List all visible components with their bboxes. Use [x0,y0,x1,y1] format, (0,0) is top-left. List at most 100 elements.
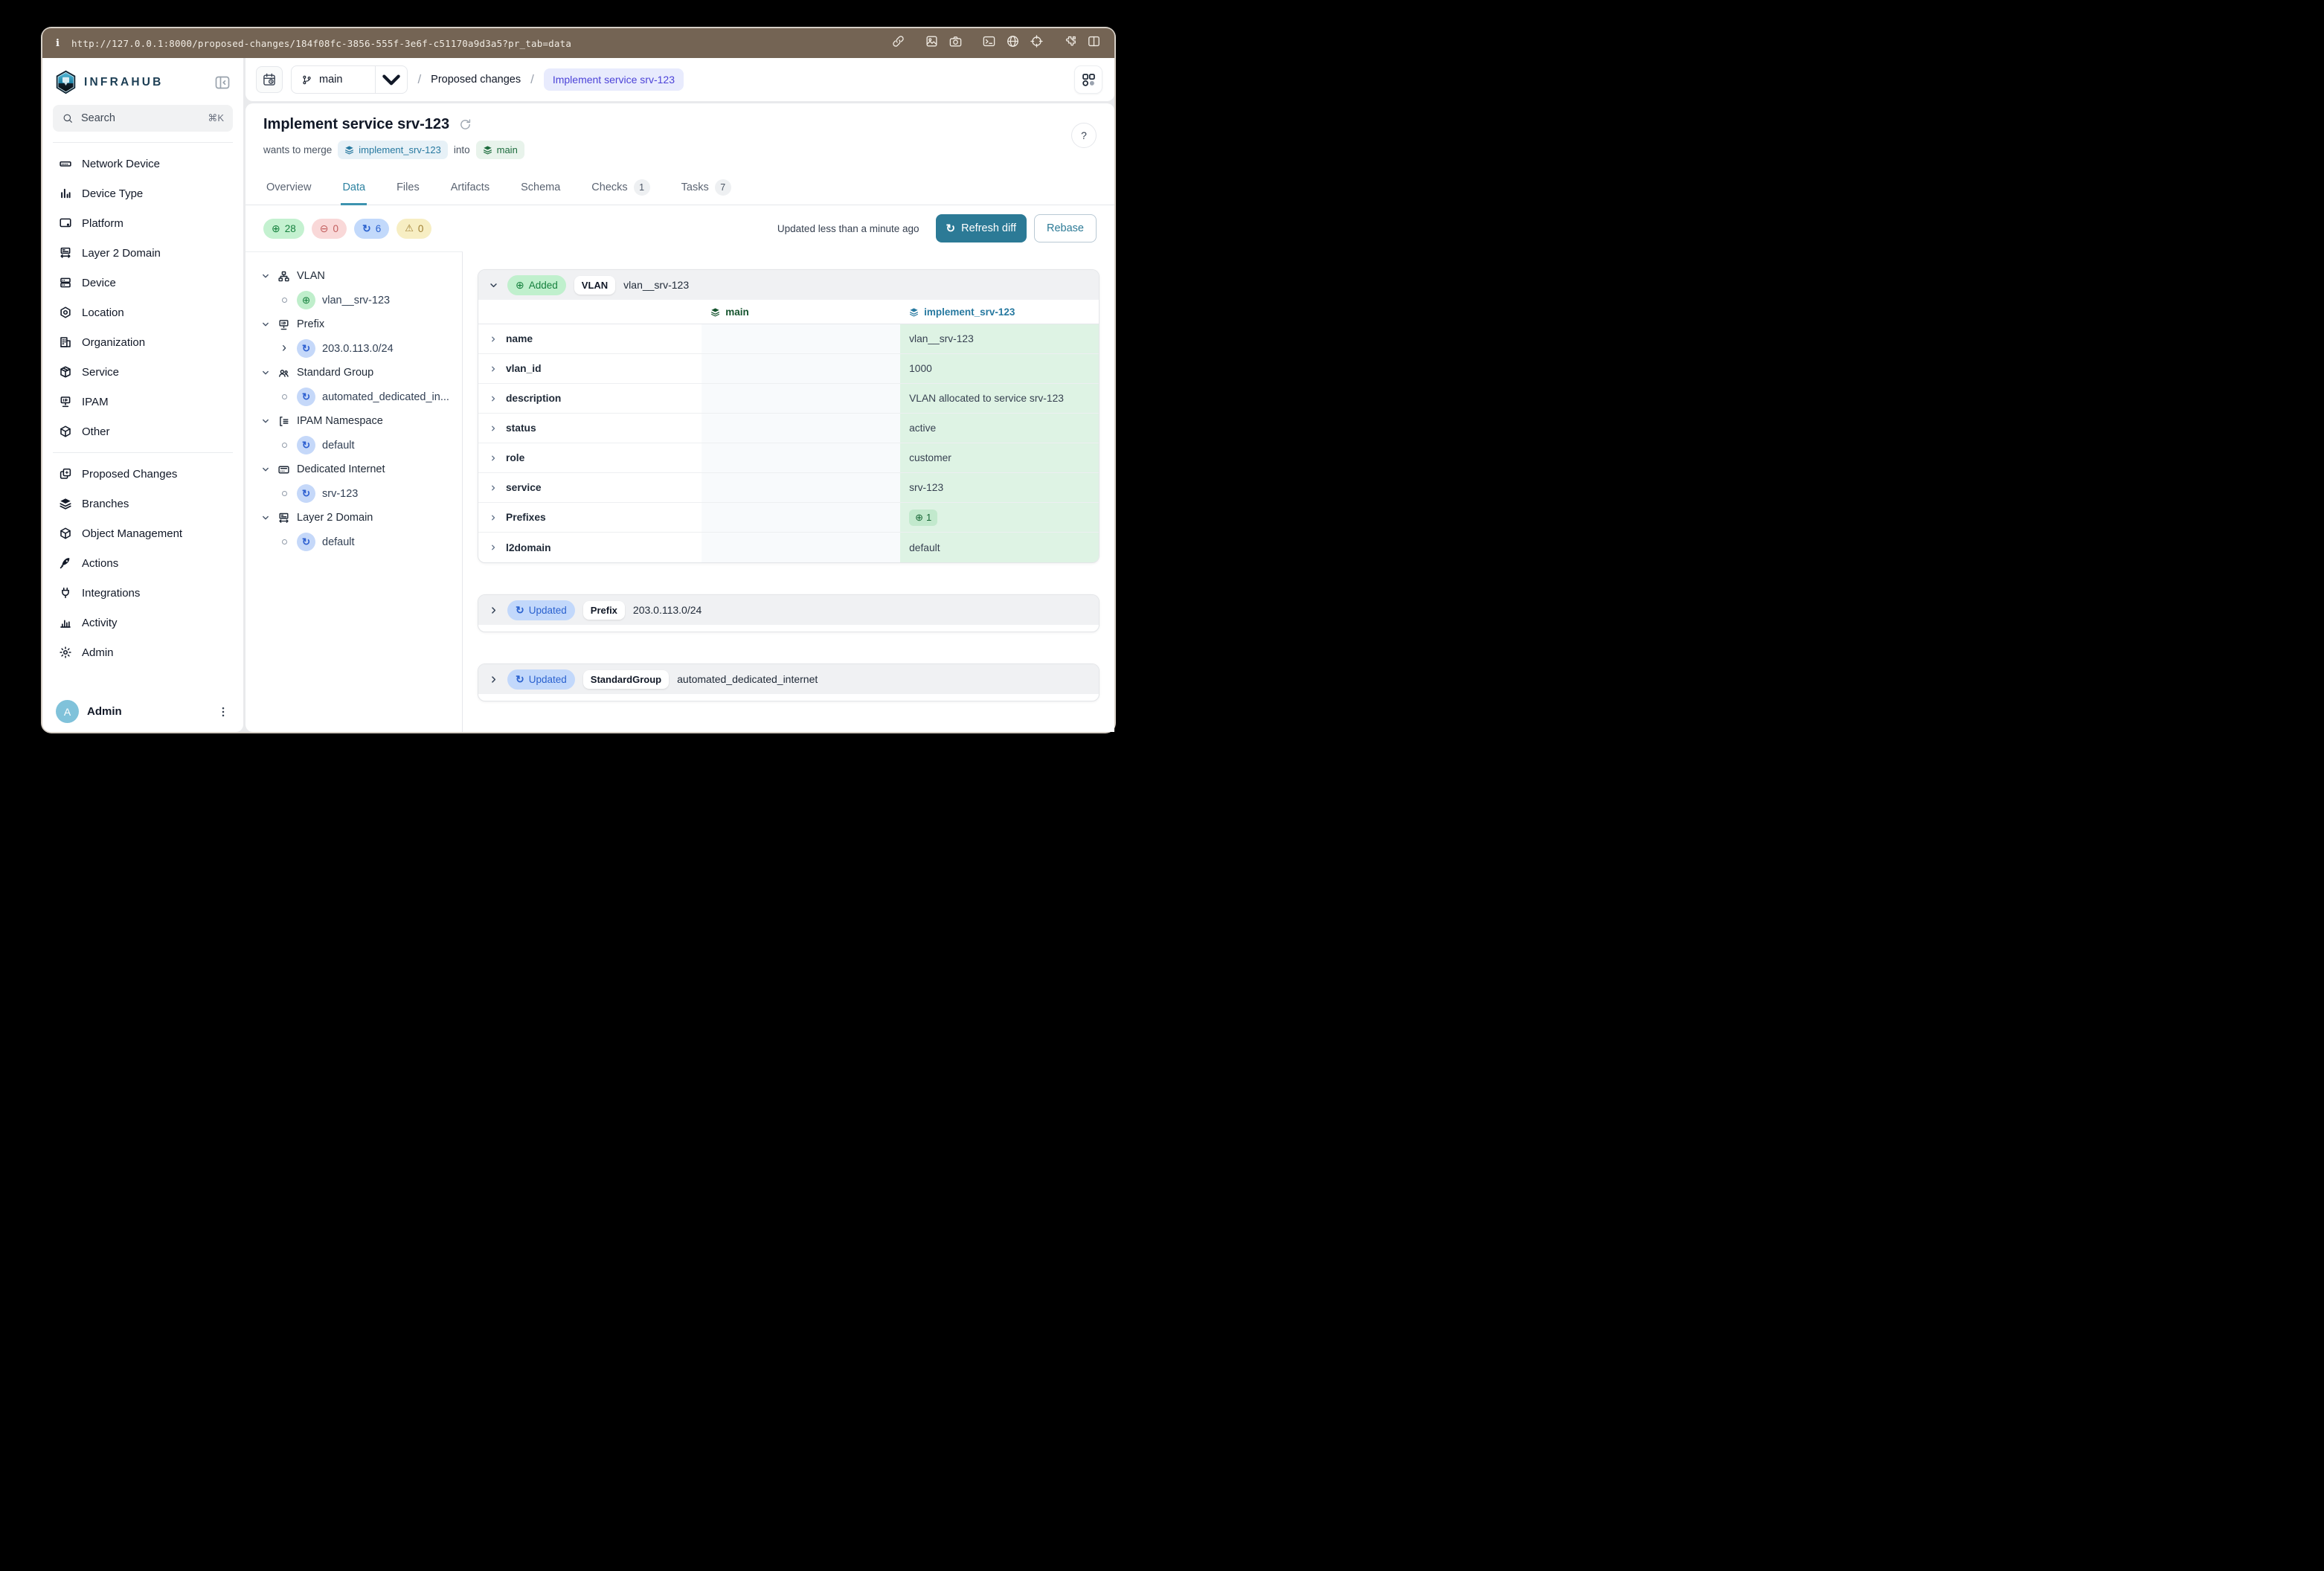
sidebar-item-device-type[interactable]: Device Type [53,179,233,208]
object-kind-badge: VLAN [574,276,615,295]
merge-summary: wants to merge implement_srv-123 into ma… [263,141,1097,159]
change-state-icon [297,388,315,406]
diff-card-vlan: Added VLAN vlan__srv-123 main [478,269,1100,563]
tree-node-srv-123[interactable]: srv-123 [260,481,456,506]
diff-row-status[interactable]: status active [478,414,1099,443]
tree-group-dedicated-internet[interactable]: Dedicated Internet [260,457,456,481]
tab-data[interactable]: Data [341,170,367,205]
chevron-right-icon [489,335,498,344]
sidebar-item-object-management[interactable]: Object Management [53,518,233,548]
tree-group-vlan[interactable]: VLAN [260,264,456,288]
tab-tasks[interactable]: Tasks 7 [680,170,733,205]
sidebar-item-proposed-changes[interactable]: Proposed Changes [53,459,233,489]
browser-toolbar-terminal[interactable] [982,34,996,48]
browser-toolbar-image[interactable] [925,34,939,48]
sidebar-item-activity[interactable]: Activity [53,608,233,637]
refresh-icon[interactable] [458,118,472,132]
source-branch-badge[interactable]: implement_srv-123 [338,141,448,159]
help-button[interactable]: ? [1071,123,1097,148]
browser-toolbar-link[interactable] [891,34,905,48]
tree-node-203-0-113-0-24[interactable]: 203.0.113.0/24 [260,336,456,361]
diff-card-header[interactable]: Updated StandardGroup automated_dedicate… [478,664,1099,694]
diff-card-header[interactable]: Added VLAN vlan__srv-123 [478,270,1099,300]
tab-artifacts[interactable]: Artifacts [449,170,491,205]
sidebar-item-ipam[interactable]: IPAM [53,387,233,417]
ipam-namespace [277,415,290,428]
dedicated-internet [277,463,290,476]
browser-toolbar-puzzle[interactable] [1063,34,1077,48]
sidebar-item-platform[interactable]: Platform [53,208,233,238]
tree-node-automated-dedicated-internet[interactable]: automated_dedicated_in... [260,385,456,409]
browser-address-bar: i http://127.0.0.1:8000/proposed-changes… [42,28,1114,58]
diff-row-service[interactable]: service srv-123 [478,473,1099,503]
branch-selector[interactable]: main [291,65,408,94]
chevron-down-icon [260,367,271,378]
sidebar-item-layer-2-domain[interactable]: Layer 2 Domain [53,238,233,268]
merge-text: wants to merge [263,144,332,155]
tab-overview[interactable]: Overview [265,170,312,205]
sidebar-collapse-icon[interactable] [214,74,231,91]
sidebar-item-organization[interactable]: Organization [53,327,233,357]
user-menu[interactable]: A Admin [53,695,233,723]
tree-group-prefix[interactable]: Prefix [260,312,456,336]
sidebar-item-network-device[interactable]: Network Device [53,149,233,179]
compare-branch-cell: srv-123 [900,473,1099,502]
breadcrumb-proposed-changes[interactable]: Proposed changes [431,74,521,86]
layers-icon [909,307,919,317]
tab-schema[interactable]: Schema [519,170,562,205]
diff-row-name[interactable]: name vlan__srv-123 [478,324,1099,354]
chevron-right-icon [488,605,499,616]
sidebar-item-location[interactable]: Location [53,298,233,327]
tree-node-default-namespace[interactable]: default [260,433,456,457]
time-travel-button[interactable] [256,66,283,93]
chevron-down-icon[interactable] [376,65,407,94]
tab-files[interactable]: Files [395,170,421,205]
object-kind-badge: StandardGroup [583,670,669,689]
activity [59,616,72,629]
browser-toolbar-globe[interactable] [1006,34,1020,48]
object-management [59,527,72,540]
refresh-diff-button[interactable]: Refresh diff [936,214,1027,242]
tree-node-vlan-srv-123[interactable]: vlan__srv-123 [260,288,456,312]
diff-row-vlan-id[interactable]: vlan_id 1000 [478,354,1099,384]
diff-row-prefixes[interactable]: Prefixes 1 [478,503,1099,533]
tree-group-standard-group[interactable]: Standard Group [260,361,456,385]
search-input[interactable]: Search ⌘K [53,105,233,132]
browser-toolbar-columns[interactable] [1087,34,1101,48]
tree-group-layer-2-domain[interactable]: Layer 2 Domain [260,506,456,530]
platform [59,216,72,230]
main-branch-cell [702,503,900,532]
kebab-menu-icon[interactable] [216,705,230,719]
sidebar-item-other[interactable]: Other [53,417,233,446]
chevron-right-icon [489,543,498,552]
browser-toolbar-camera[interactable] [948,34,963,48]
column-implement-srv-123[interactable]: implement_srv-123 [900,306,1099,318]
compare-branch-cell: 1 [900,503,1099,532]
tree-group-ipam-namespace[interactable]: IPAM Namespace [260,409,456,433]
tab-checks[interactable]: Checks 1 [590,170,651,205]
target-branch-badge[interactable]: main [476,141,524,159]
compare-branch-cell: customer [900,443,1099,472]
chevron-right-icon [489,513,498,522]
tab-count-badge: 7 [715,179,731,196]
diff-card-header[interactable]: Updated Prefix 203.0.113.0/24 [478,595,1099,625]
breadcrumb-current[interactable]: Implement service srv-123 [544,68,684,91]
tree-node-default-l2domain[interactable]: default [260,530,456,554]
sidebar-item-admin[interactable]: Admin [53,637,233,667]
url-text[interactable]: http://127.0.0.1:8000/proposed-changes/1… [71,38,571,49]
actions [59,556,72,570]
diff-row-l2domain[interactable]: l2domain default [478,533,1099,562]
service [59,365,72,379]
sidebar-item-integrations[interactable]: Integrations [53,578,233,608]
apps-grid-button[interactable] [1074,65,1102,94]
sidebar-item-service[interactable]: Service [53,357,233,387]
chevron-down-icon [260,464,271,475]
diff-row-description[interactable]: description VLAN allocated to service sr… [478,384,1099,414]
rebase-button[interactable]: Rebase [1034,214,1097,242]
diff-rows: name vlan__srv-123 [478,324,1099,562]
browser-toolbar-crosshair[interactable] [1030,34,1044,48]
sidebar-item-actions[interactable]: Actions [53,548,233,578]
sidebar-item-device[interactable]: Device [53,268,233,298]
sidebar-item-branches[interactable]: Branches [53,489,233,518]
diff-row-role[interactable]: role customer [478,443,1099,473]
